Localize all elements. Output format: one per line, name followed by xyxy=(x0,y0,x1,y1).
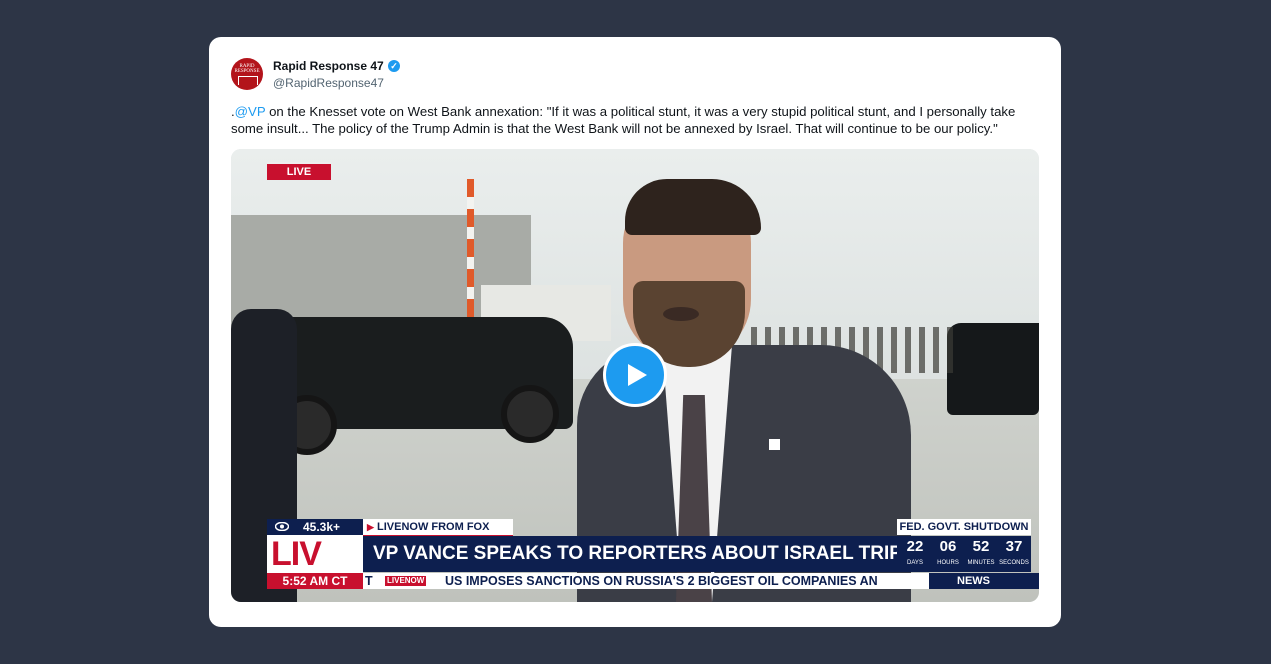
source-label-text: LIVENOW FROM FOX xyxy=(377,521,490,533)
video-suv-wheel xyxy=(501,385,559,443)
ticker-text: US IMPOSES SANCTIONS ON RUSSIA'S 2 BIGGE… xyxy=(445,574,878,588)
timestamp: 5:52 AM CT xyxy=(267,573,363,589)
countdown-title: FED. GOVT. SHUTDOWN xyxy=(897,519,1031,535)
countdown-seconds: 37 SECONDS xyxy=(998,536,1030,568)
live-tag: LIVE xyxy=(267,162,331,180)
countdown-days: 22 DAYS xyxy=(899,536,931,568)
author-name[interactable]: Rapid Response 47 xyxy=(273,59,384,73)
video-lapel-pin xyxy=(769,439,780,450)
video-speaker-hair xyxy=(625,179,761,235)
countdown-label: MINUTES xyxy=(967,560,995,566)
seal-building-icon xyxy=(238,76,258,85)
countdown-value: 52 xyxy=(972,538,990,555)
countdown-value: 06 xyxy=(939,538,957,555)
video-player[interactable]: LIVE 45.3k+ ▶ LIVENOW FROM FOX LIV VP VA… xyxy=(231,149,1039,602)
viewer-count: 45.3k+ xyxy=(267,519,363,535)
source-label: ▶ LIVENOW FROM FOX xyxy=(363,519,513,537)
countdown-value: 22 xyxy=(906,538,924,555)
livenow-logo: LIV xyxy=(267,535,363,573)
countdown-minutes: 52 MINUTES xyxy=(965,536,997,568)
text-body: on the Knesset vote on West Bank annexat… xyxy=(231,104,1016,136)
video-antenna-pole xyxy=(467,179,474,319)
author-handle[interactable]: @RapidResponse47 xyxy=(273,76,384,90)
headline-text: VP VANCE SPEAKS TO REPORTERS ABOUT ISRAE… xyxy=(373,543,897,564)
avatar[interactable]: RAPID RESPONSE xyxy=(231,58,263,90)
mention-link[interactable]: @VP xyxy=(235,104,266,119)
countdown-label: HOURS xyxy=(937,560,959,566)
countdown-label: SECONDS xyxy=(999,560,1029,566)
countdown-label: DAYS xyxy=(907,560,923,566)
ticker-badge: LIVENOW xyxy=(385,576,427,586)
verified-badge-icon: ✓ xyxy=(388,60,400,72)
avatar-seal-text: RAPID RESPONSE xyxy=(234,64,260,74)
countdown-clock: 22 DAYS 06 HOURS 52 MINUTES 37 SECONDS xyxy=(897,536,1031,572)
play-icon xyxy=(628,364,647,386)
headline-banner: VP VANCE SPEAKS TO REPORTERS ABOUT ISRAE… xyxy=(363,536,897,572)
news-label: NEWS xyxy=(929,573,1039,589)
ticker-lead: T xyxy=(365,574,373,588)
viewer-count-value: 45.3k+ xyxy=(303,520,341,534)
video-speaker-mouth xyxy=(663,307,699,321)
arrow-right-icon: ▶ xyxy=(367,522,374,532)
countdown-hours: 06 HOURS xyxy=(932,536,964,568)
eye-icon xyxy=(275,522,289,531)
news-ticker: T LIVENOW US IMPOSES SANCTIONS ON RUSSIA… xyxy=(363,573,929,589)
countdown-value: 37 xyxy=(1005,538,1023,555)
tweet-card: RAPID RESPONSE Rapid Response 47 ✓ @Rapi… xyxy=(209,37,1061,627)
tweet-text: .@VP on the Knesset vote on West Bank an… xyxy=(231,103,1043,137)
play-button[interactable] xyxy=(603,343,667,407)
